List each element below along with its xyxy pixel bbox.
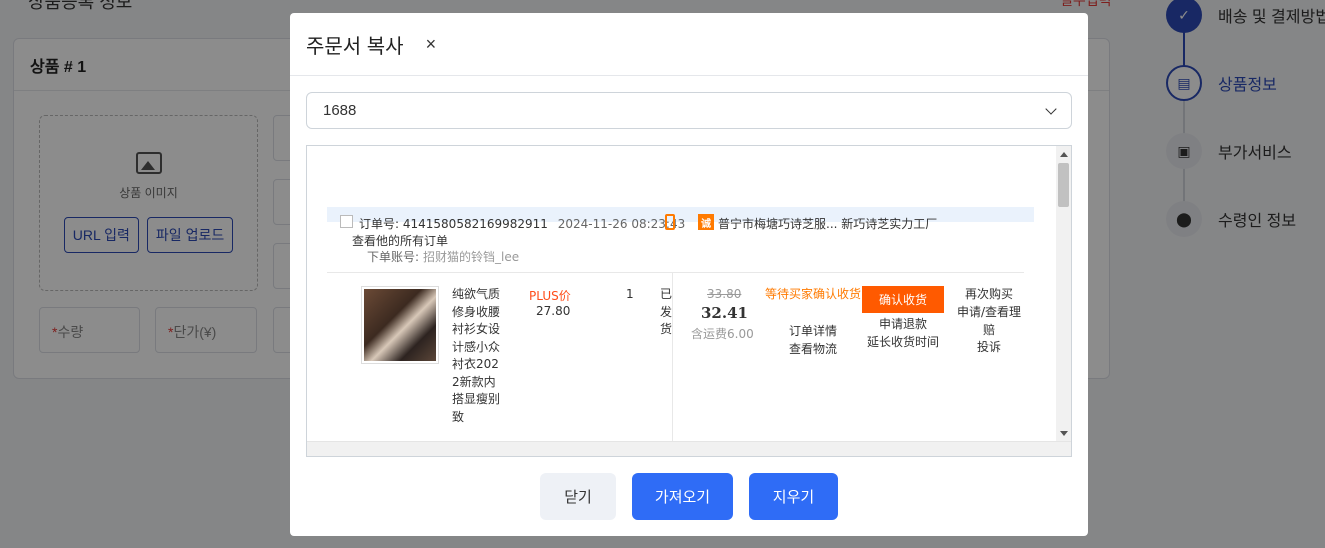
modal-title: 주문서 복사: [306, 35, 404, 58]
chevron-down-icon: [1045, 102, 1057, 115]
extend-receipt-link[interactable]: 延长收货时间: [856, 333, 950, 350]
confirm-receipt-button[interactable]: 确认收货: [862, 286, 944, 313]
scroll-up-icon[interactable]: [1060, 152, 1068, 157]
fetch-button[interactable]: 가져오기: [632, 473, 733, 520]
order-preview-frame[interactable]: 订单号: 4141580582169982911 2024-11-26 08:2…: [306, 145, 1072, 457]
original-price: 33.80: [707, 287, 742, 301]
order-divider: [327, 272, 1024, 273]
modal-header: 주문서 복사 ×: [290, 13, 1088, 76]
view-logistics-link[interactable]: 查看物流: [765, 340, 861, 357]
quantity-value: 1: [626, 287, 634, 301]
order-detail-link[interactable]: 订单详情: [765, 322, 861, 339]
vertical-scrollbar[interactable]: [1056, 146, 1071, 442]
trust-shop-icon: 诚: [698, 214, 714, 230]
plus-price-label: PLUS价: [529, 289, 571, 303]
view-all-orders-link[interactable]: 查看他的所有订单: [352, 232, 448, 249]
product-name-link[interactable]: 纯欲气质修身收腰衬衫女设计感小众衬衣2022新款内搭显瘦别致: [452, 286, 500, 426]
source-select-value: 1688: [323, 102, 357, 119]
shipping-fee: 含运费6.00: [691, 327, 754, 341]
copy-order-modal: 주문서 복사 × 1688 订单号: 4141580582169982911 2…: [290, 13, 1088, 536]
close-icon[interactable]: ×: [426, 34, 437, 55]
order-status: 等待买家确认收货: [765, 287, 862, 301]
order-account: 招财猫的铃铛_lee: [423, 250, 520, 264]
product-thumbnail[interactable]: [361, 286, 439, 364]
claim-link[interactable]: 申请/查看理赔: [953, 304, 1025, 339]
order-number-label: 订单号:: [359, 217, 400, 231]
horizontal-scrollbar[interactable]: [307, 441, 1071, 456]
refund-link[interactable]: 申请退款: [856, 315, 950, 332]
mobile-order-icon: [665, 214, 675, 230]
order-number: 4141580582169982911: [402, 217, 548, 231]
order-account-line: 下单账号: 招财猫的铃铛_lee: [367, 250, 520, 264]
final-price: 32.41: [701, 304, 748, 322]
close-button[interactable]: 닫기: [540, 473, 616, 520]
clear-button[interactable]: 지우기: [749, 473, 838, 520]
order-checkbox[interactable]: [340, 215, 353, 228]
order-number-line: 订单号: 4141580582169982911 2024-11-26 08:2…: [359, 215, 685, 232]
plus-price-value: 27.80: [536, 304, 571, 318]
shipping-state: 已发货: [660, 287, 673, 336]
shop-name-link[interactable]: 普宁市梅塘巧诗芝服... 新巧诗芝实力工厂: [718, 215, 937, 232]
scroll-down-icon[interactable]: [1060, 431, 1068, 436]
scroll-thumb[interactable]: [1058, 163, 1069, 207]
source-select[interactable]: 1688: [306, 92, 1072, 129]
complaint-link[interactable]: 投诉: [953, 339, 1025, 357]
buy-again-link[interactable]: 再次购买: [953, 286, 1025, 304]
